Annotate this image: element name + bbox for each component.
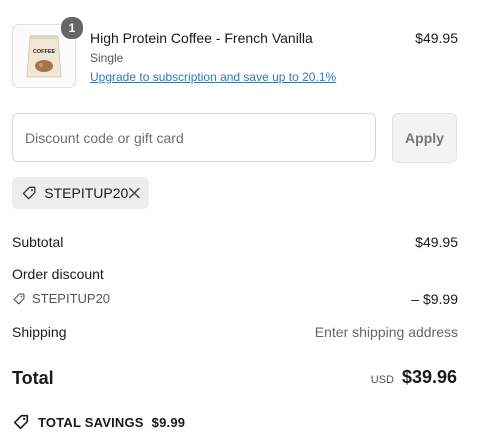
savings-value: $9.99: [151, 414, 186, 430]
tag-icon: [13, 293, 25, 304]
applied-code-label: STEPITUP20: [44, 185, 129, 201]
product-image-text: COFFEE: [33, 49, 56, 55]
discount-code-name: STEPITUP20: [32, 291, 111, 306]
product-variant: Single: [90, 51, 124, 65]
product-title: High Protein Coffee - French Vanilla: [90, 30, 313, 46]
subtotal-row: Subtotal $49.95: [12, 234, 458, 250]
order-discount-label: Order discount: [12, 266, 104, 282]
cart-line-item: COFFEE 1 High Protein Coffee - French Va…: [12, 16, 458, 90]
discount-code-row: STEPITUP20 – $9.99: [12, 291, 458, 307]
order-discount-row: Order discount: [12, 266, 458, 282]
close-icon[interactable]: [128, 186, 141, 200]
discount-value: – $9.99: [411, 291, 458, 307]
total-amount: USD $39.96: [371, 367, 457, 388]
tag-icon: [22, 186, 36, 200]
total-savings: TOTAL SAVINGS $9.99: [12, 413, 185, 431]
currency-code: USD: [370, 374, 394, 386]
product-price: $49.95: [415, 30, 458, 46]
shipping-label: Shipping: [12, 324, 67, 340]
subtotal-label: Subtotal: [12, 234, 64, 250]
shipping-value: Enter shipping address: [314, 324, 458, 340]
shipping-row: Shipping Enter shipping address: [12, 324, 458, 340]
product-thumbnail-wrap: COFFEE 1: [12, 16, 84, 88]
discount-code-input[interactable]: [12, 113, 376, 162]
discount-code-detail: STEPITUP20: [12, 291, 458, 306]
savings-label: TOTAL SAVINGS: [38, 414, 144, 430]
tag-icon: [13, 414, 29, 430]
total-label: Total: [12, 368, 54, 388]
total-value: $39.96: [401, 367, 457, 387]
upgrade-subscription-link[interactable]: Upgrade to subscription and save up to 2…: [90, 70, 336, 84]
apply-button[interactable]: Apply: [392, 113, 457, 163]
quantity-badge: 1: [60, 16, 84, 40]
applied-discount-chip: STEPITUP20: [12, 177, 149, 209]
subtotal-value: $49.95: [415, 234, 458, 250]
